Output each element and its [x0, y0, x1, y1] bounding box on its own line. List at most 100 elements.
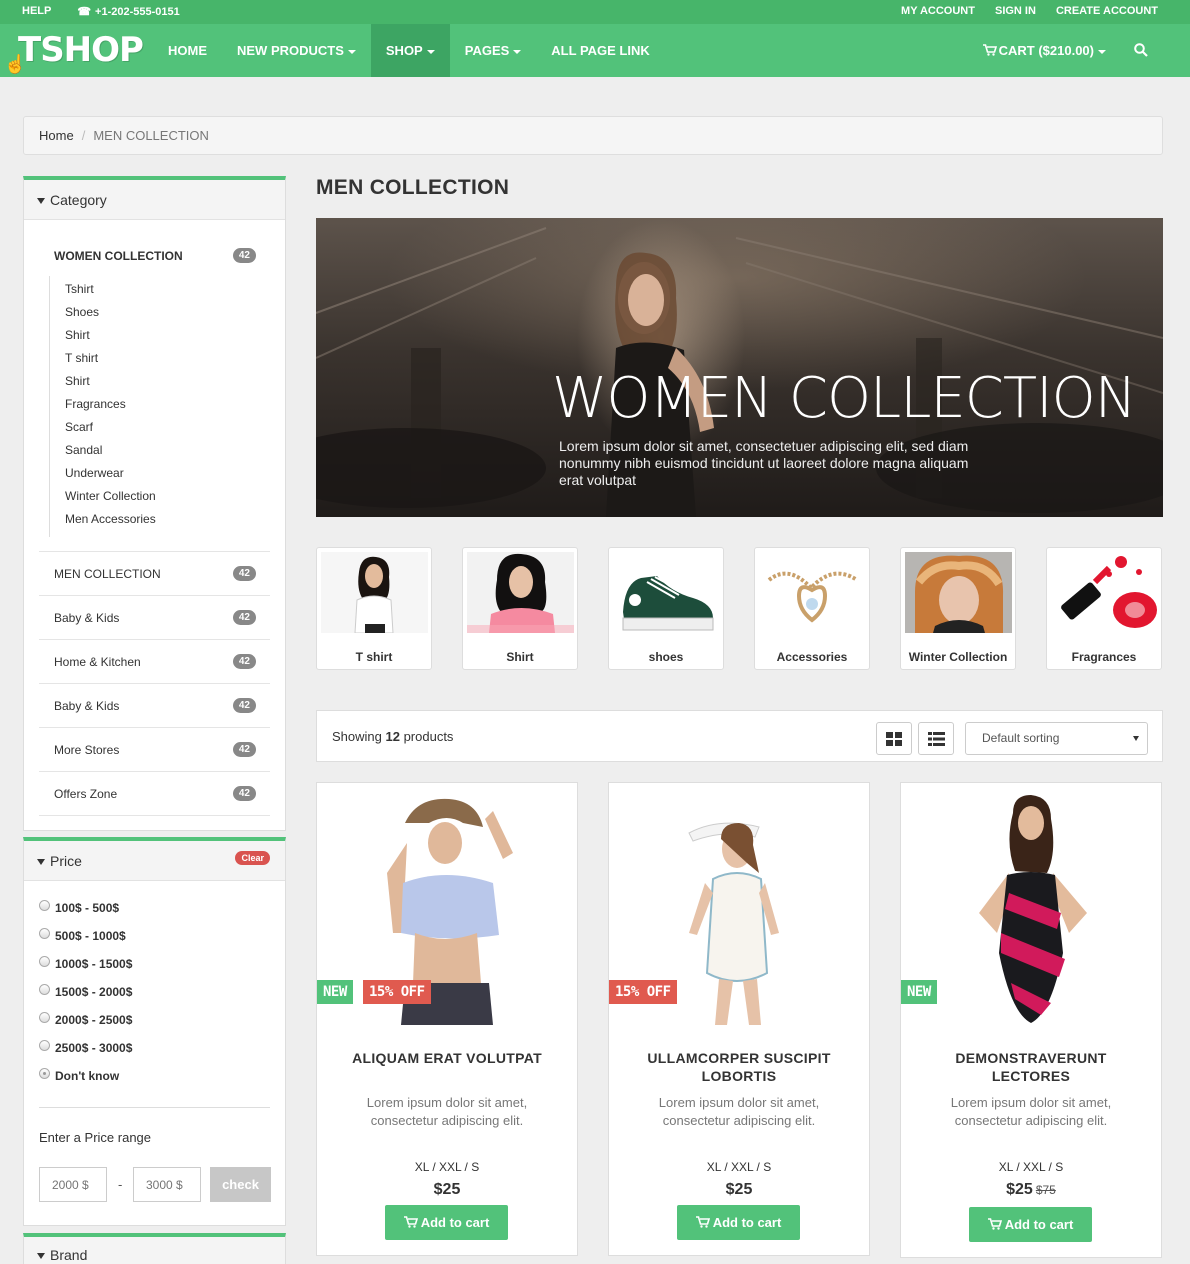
price-option[interactable]: 100$ - 500$ [39, 899, 270, 927]
product-card[interactable]: NEW 15% OFF ALIQUAM ERAT VOLUTPAT Lorem … [316, 782, 578, 1256]
site-logo[interactable]: TSHOP [18, 30, 144, 70]
radio-button-checked[interactable] [39, 1068, 50, 1079]
price-option[interactable]: 2000$ - 2500$ [39, 1011, 270, 1039]
subcategory-item[interactable]: Scarf [65, 416, 270, 439]
price-panel-header[interactable]: Price Clear [24, 841, 285, 881]
category-item-offers-zone[interactable]: Offers Zone 42 [39, 772, 270, 816]
page-title: MEN COLLECTION [316, 176, 510, 199]
clear-price-button[interactable]: Clear [235, 851, 270, 865]
my-account-link[interactable]: MY ACCOUNT [901, 5, 975, 17]
subcategory-item[interactable]: Winter Collection [65, 485, 270, 508]
subcategory-item[interactable]: Shirt [65, 370, 270, 393]
add-to-cart-button[interactable]: Add to cart [677, 1205, 800, 1240]
category-item-more-stores[interactable]: More Stores 42 [39, 728, 270, 772]
breadcrumb-home[interactable]: Home [39, 128, 74, 143]
add-to-cart-button[interactable]: Add to cart [969, 1207, 1092, 1242]
count-badge: 42 [232, 654, 256, 669]
subcategory-item[interactable]: Shirt [65, 324, 270, 347]
price-option-selected[interactable]: Don't know [39, 1067, 270, 1095]
price-option[interactable]: 2500$ - 3000$ [39, 1039, 270, 1067]
subcategory-item[interactable]: Sandal [65, 439, 270, 462]
new-tag: NEW [901, 980, 937, 1004]
banner-text: Lorem ipsum dolor sit amet, consectetuer… [559, 438, 969, 488]
caret-down-icon [37, 859, 45, 866]
tile-fragrances[interactable]: Fragrances [1046, 547, 1162, 670]
check-price-button[interactable]: check [210, 1167, 271, 1202]
product-sizes: XL / XXL / S [706, 1160, 772, 1174]
product-name[interactable]: ULLAMCORPER SUSCIPIT LOBORTIS [624, 1049, 854, 1085]
discount-tag: 15% OFF [363, 980, 431, 1004]
nav-all-page-link[interactable]: ALL PAGE LINK [536, 24, 664, 77]
price-max-input[interactable] [133, 1167, 201, 1202]
help-link[interactable]: HELP [22, 5, 51, 18]
subcategory-item[interactable]: Tshirt [65, 278, 270, 301]
tile-label: Winter Collection [908, 650, 1008, 664]
category-panel-header[interactable]: Category [24, 180, 285, 220]
category-item-women-collection[interactable]: WOMEN COLLECTION 42 [39, 236, 270, 276]
grid-view-button[interactable] [876, 722, 912, 755]
tile-label: Fragrances [1071, 650, 1137, 664]
radio-button[interactable] [39, 1040, 50, 1051]
subcategory-item[interactable]: Fragrances [65, 393, 270, 416]
collection-banner[interactable]: WOMEN COLLECTION Lorem ipsum dolor sit a… [316, 218, 1163, 517]
chevron-down-icon [1098, 49, 1106, 54]
product-description: Lorem ipsum dolor sit amet, consectetur … [950, 1095, 1112, 1128]
category-item-home-kitchen[interactable]: Home & Kitchen 42 [39, 640, 270, 684]
search-icon[interactable] [1134, 43, 1148, 57]
product-image[interactable] [901, 783, 1161, 1025]
category-item-men-collection[interactable]: MEN COLLECTION 42 [39, 552, 270, 596]
subcategory-list: Tshirt Shoes Shirt T shirt Shirt Fragran… [49, 276, 270, 537]
product-name[interactable]: ALIQUAM ERAT VOLUTPAT [332, 1049, 562, 1067]
category-item-baby-kids-2[interactable]: Baby & Kids 42 [39, 684, 270, 728]
price-option[interactable]: 500$ - 1000$ [39, 927, 270, 955]
tile-winter-collection[interactable]: Winter Collection [900, 547, 1016, 670]
radio-button[interactable] [39, 900, 50, 911]
nav-new-products[interactable]: NEW PRODUCTS [222, 24, 371, 77]
category-item-baby-kids[interactable]: Baby & Kids 42 [39, 596, 270, 640]
add-to-cart-button[interactable]: Add to cart [385, 1205, 508, 1240]
radio-button[interactable] [39, 1012, 50, 1023]
product-name[interactable]: DEMONSTRAVERUNT LECTORES [916, 1049, 1146, 1085]
tile-accessories[interactable]: Accessories [754, 547, 870, 670]
price-range-label: Enter a Price range [39, 1130, 152, 1145]
subcategory-item[interactable]: Shoes [65, 301, 270, 324]
radio-button[interactable] [39, 928, 50, 939]
tile-shirt[interactable]: Shirt [462, 547, 578, 670]
tile-t-shirt[interactable]: T shirt [316, 547, 432, 670]
breadcrumb-current: MEN COLLECTION [93, 128, 209, 143]
count-badge: 42 [232, 742, 256, 757]
price-min-input[interactable] [39, 1167, 107, 1202]
count-badge: 42 [232, 698, 256, 713]
nav-home[interactable]: HOME [153, 24, 222, 77]
phone-number: ☎ +1-202-555-0151 [77, 6, 180, 18]
subcategory-item[interactable]: Underwear [65, 462, 270, 485]
subcategory-item[interactable]: Men Accessories [65, 508, 270, 531]
sign-in-link[interactable]: SIGN IN [995, 5, 1036, 17]
nav-shop[interactable]: SHOP [370, 24, 450, 77]
caret-down-icon [37, 1253, 45, 1260]
product-card[interactable]: 15% OFF ULLAMCORPER SUSCIPIT LOBORTIS Lo… [608, 782, 870, 1256]
cart-dropdown[interactable]: CART ($210.00) [982, 24, 1106, 77]
sort-select[interactable]: Default sorting [965, 722, 1148, 755]
cart-icon [695, 1216, 710, 1228]
list-icon [928, 732, 945, 746]
product-image[interactable] [317, 783, 577, 1025]
nav-pages[interactable]: PAGES [450, 24, 537, 77]
product-card[interactable]: NEW DEMONSTRAVERUNT LECTORES Lorem ipsum… [900, 782, 1162, 1258]
list-view-button[interactable] [918, 722, 954, 755]
dropdown-arrow-icon [1133, 736, 1139, 741]
price-option[interactable]: 1500$ - 2000$ [39, 983, 270, 1011]
showing-count: Showing 12 products [332, 729, 454, 744]
create-account-link[interactable]: CREATE ACCOUNT [1056, 5, 1158, 17]
radio-button[interactable] [39, 984, 50, 995]
product-price: $25 $75 [1006, 1181, 1056, 1198]
radio-button[interactable] [39, 956, 50, 967]
tile-shoes[interactable]: shoes [608, 547, 724, 670]
count-badge: 42 [232, 566, 256, 581]
subcategory-item[interactable]: T shirt [65, 347, 270, 370]
price-panel: Price Clear 100$ - 500$ 500$ - 1000$ 100… [23, 837, 286, 1226]
t-shirt-image [321, 552, 428, 633]
price-option[interactable]: 1000$ - 1500$ [39, 955, 270, 983]
tile-label: Accessories [776, 650, 848, 664]
brand-panel-header[interactable]: Brand [24, 1237, 285, 1264]
